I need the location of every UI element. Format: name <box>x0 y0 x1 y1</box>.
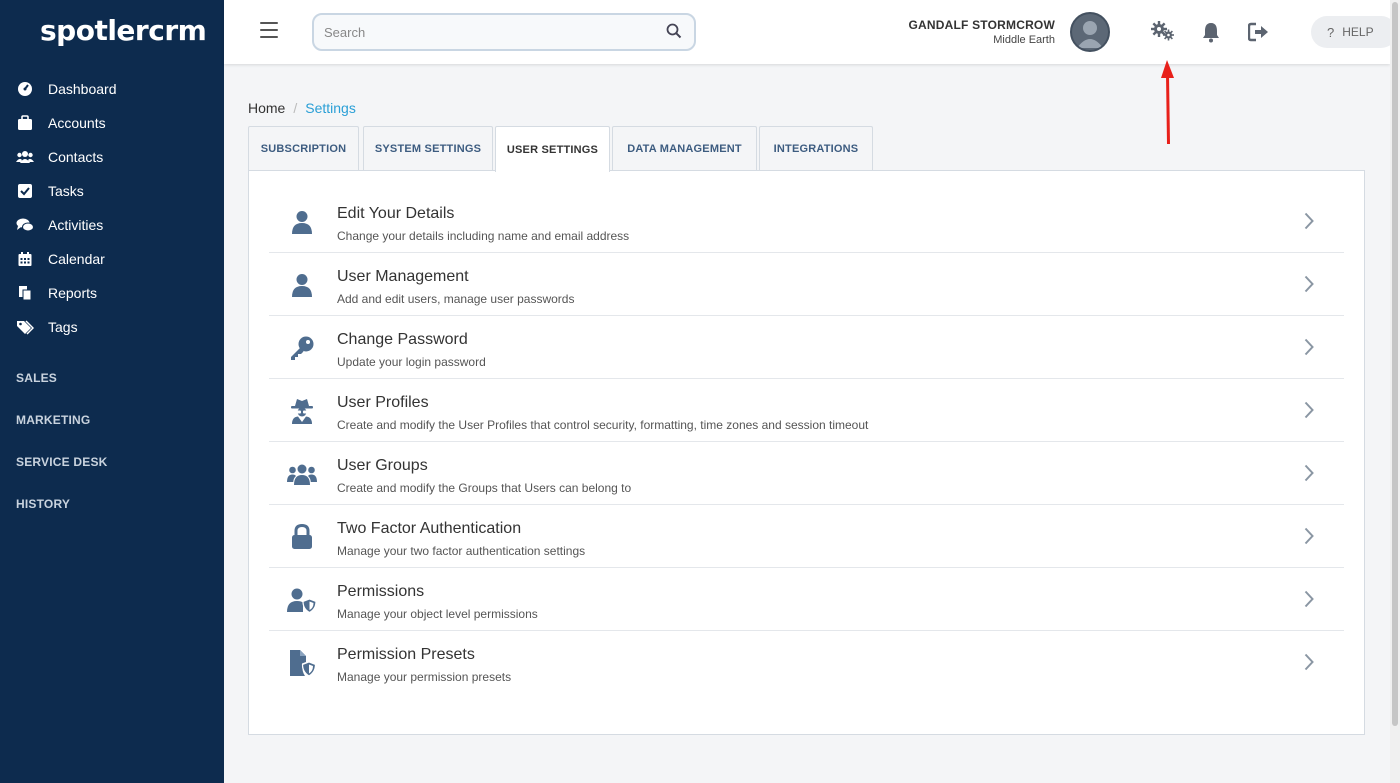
sidebar: spotlercrm Dashboard Accounts Contacts T… <box>0 0 224 783</box>
users-icon <box>287 460 317 488</box>
sidebar-item-label: Contacts <box>48 149 104 165</box>
question-icon: ? <box>1327 24 1335 40</box>
bell-icon[interactable] <box>1201 21 1221 48</box>
settings-row-description: Create and modify the User Profiles that… <box>337 418 869 432</box>
chevron-right-icon <box>1304 464 1314 487</box>
users-icon <box>16 148 34 166</box>
sidebar-item-calendar[interactable]: Calendar <box>0 242 224 276</box>
scrollbar[interactable] <box>1390 0 1400 783</box>
chevron-right-icon <box>1304 653 1314 676</box>
checkbox-icon <box>16 182 34 200</box>
menu-toggle-icon[interactable] <box>260 22 278 38</box>
sidebar-item-label: Activities <box>48 217 104 233</box>
annotation-arrow-icon <box>1160 58 1176 153</box>
settings-row-title: Permission Presets <box>337 646 475 663</box>
sidebar-item-label: Dashboard <box>48 81 117 97</box>
user-icon <box>287 208 317 236</box>
help-label: HELP <box>1342 25 1374 39</box>
scrollbar-thumb[interactable] <box>1392 2 1398 726</box>
key-icon <box>287 334 317 362</box>
settings-row-description: Update your login password <box>337 355 486 369</box>
settings-row-description: Create and modify the Groups that Users … <box>337 481 632 495</box>
settings-row-permission-presets[interactable]: Permission Presets Manage your permissio… <box>269 631 1344 694</box>
user-location: Middle Earth <box>993 34 1055 46</box>
breadcrumb: Home / Settings <box>248 100 356 116</box>
breadcrumb-current: Settings <box>305 100 356 116</box>
settings-row-description: Manage your two factor authentication se… <box>337 544 586 558</box>
settings-row-title: User Profiles <box>337 394 429 411</box>
logo[interactable]: spotlercrm <box>40 14 207 47</box>
tab-data-management[interactable]: DATA MANAGEMENT <box>612 126 757 171</box>
sidebar-section-marketing[interactable]: MARKETING <box>16 413 90 427</box>
chevron-right-icon <box>1304 590 1314 613</box>
dashboard-icon <box>16 80 34 98</box>
settings-row-user-management[interactable]: User Management Add and edit users, mana… <box>269 253 1344 316</box>
settings-row-title: User Management <box>337 268 469 285</box>
sidebar-item-activities[interactable]: Activities <box>0 208 224 242</box>
sidebar-item-tasks[interactable]: Tasks <box>0 174 224 208</box>
user-settings-panel: Edit Your Details Change your details in… <box>248 170 1365 735</box>
settings-row-user-groups[interactable]: User Groups Create and modify the Groups… <box>269 442 1344 505</box>
chevron-right-icon <box>1304 275 1314 298</box>
sidebar-item-label: Accounts <box>48 115 106 131</box>
tab-subscription[interactable]: SUBSCRIPTION <box>248 126 359 171</box>
sidebar-item-label: Tags <box>48 319 78 335</box>
tab-user-settings[interactable]: USER SETTINGS <box>495 126 610 172</box>
tags-icon <box>16 318 34 336</box>
logout-icon[interactable] <box>1247 22 1270 47</box>
settings-gears-icon[interactable] <box>1150 20 1176 47</box>
tab-system-settings[interactable]: SYSTEM SETTINGS <box>363 126 493 171</box>
sidebar-item-accounts[interactable]: Accounts <box>0 106 224 140</box>
chevron-right-icon <box>1304 212 1314 235</box>
settings-row-description: Manage your object level permissions <box>337 607 538 621</box>
settings-row-change-password[interactable]: Change Password Update your login passwo… <box>269 316 1344 379</box>
settings-row-permissions[interactable]: Permissions Manage your object level per… <box>269 568 1344 631</box>
calendar-icon <box>16 250 34 268</box>
sidebar-item-label: Reports <box>48 285 98 301</box>
settings-row-title: Change Password <box>337 331 468 348</box>
sidebar-item-contacts[interactable]: Contacts <box>0 140 224 174</box>
user-shield-icon <box>287 586 317 614</box>
settings-row-title: User Groups <box>337 457 428 474</box>
search-input[interactable] <box>314 15 644 49</box>
settings-row-description: Change your details including name and e… <box>337 229 630 243</box>
settings-row-description: Manage your permission presets <box>337 670 512 684</box>
briefcase-icon <box>16 114 34 132</box>
settings-row-title: Edit Your Details <box>337 205 455 222</box>
chevron-right-icon <box>1304 401 1314 424</box>
search-icon[interactable] <box>666 23 682 44</box>
lock-icon <box>287 523 317 551</box>
file-shield-icon <box>287 649 317 677</box>
settings-row-user-profiles[interactable]: User Profiles Create and modify the User… <box>269 379 1344 442</box>
chevron-right-icon <box>1304 338 1314 361</box>
tab-integrations[interactable]: INTEGRATIONS <box>759 126 873 171</box>
chevron-right-icon <box>1304 527 1314 550</box>
sidebar-item-label: Tasks <box>48 183 84 199</box>
sidebar-item-reports[interactable]: Reports <box>0 276 224 310</box>
user-name: GANDALF STORMCROW <box>908 18 1055 32</box>
sidebar-item-dashboard[interactable]: Dashboard <box>0 72 224 106</box>
settings-row-title: Two Factor Authentication <box>337 520 522 537</box>
avatar[interactable] <box>1070 12 1110 52</box>
breadcrumb-separator: / <box>293 100 298 116</box>
sidebar-section-sales[interactable]: SALES <box>16 371 57 385</box>
user-secret-icon <box>287 397 317 425</box>
sidebar-nav: Dashboard Accounts Contacts Tasks Activi… <box>0 72 224 344</box>
breadcrumb-home[interactable]: Home <box>248 100 285 116</box>
topbar: GANDALF STORMCROW Middle Earth ? HELP <box>224 0 1397 64</box>
sidebar-section-history[interactable]: HISTORY <box>16 497 70 511</box>
settings-row-two-factor-authentication[interactable]: Two Factor Authentication Manage your tw… <box>269 505 1344 568</box>
settings-row-title: Permissions <box>337 583 425 600</box>
comments-icon <box>16 216 34 234</box>
settings-row-description: Add and edit users, manage user password… <box>337 292 575 306</box>
sidebar-item-label: Calendar <box>48 251 105 267</box>
copy-icon <box>16 284 34 302</box>
sidebar-section-service-desk[interactable]: SERVICE DESK <box>16 455 108 469</box>
sidebar-item-tags[interactable]: Tags <box>0 310 224 344</box>
settings-row-edit-your-details[interactable]: Edit Your Details Change your details in… <box>269 190 1344 253</box>
user-icon <box>287 271 317 299</box>
help-button[interactable]: ? HELP <box>1311 16 1397 48</box>
search-box <box>312 13 696 51</box>
